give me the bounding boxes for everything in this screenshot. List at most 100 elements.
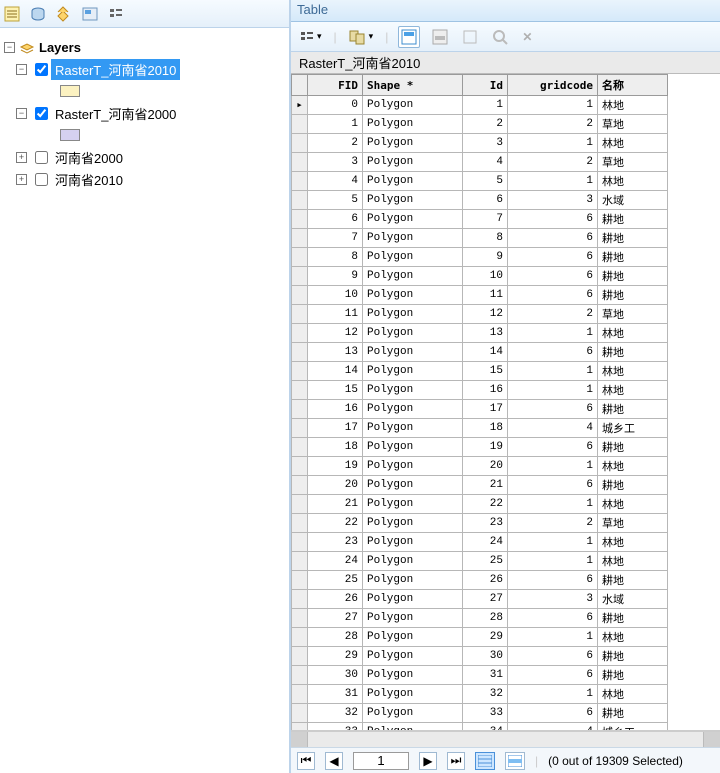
collapse-icon[interactable]: − [16,108,27,119]
list-by-source-icon[interactable] [30,6,46,22]
row-selector[interactable] [292,571,308,590]
first-record-button[interactable]: ⏮ [297,752,315,770]
row-selector[interactable] [292,191,308,210]
tree-item-raster2010[interactable]: − RasterT_河南省2010 [4,58,285,80]
show-selected-records-button[interactable] [505,752,525,770]
row-selector[interactable] [292,552,308,571]
table-row[interactable]: 1Polygon22草地 [292,115,668,134]
row-selector[interactable] [292,400,308,419]
row-selector[interactable] [292,590,308,609]
row-selector[interactable] [292,723,308,732]
table-row[interactable]: 9Polygon106耕地 [292,267,668,286]
collapse-icon[interactable]: − [16,64,27,75]
table-row[interactable]: 12Polygon131林地 [292,324,668,343]
prev-record-button[interactable]: ◀ [325,752,343,770]
table-row[interactable]: 25Polygon266耕地 [292,571,668,590]
table-row[interactable]: 29Polygon306耕地 [292,647,668,666]
row-selector[interactable] [292,685,308,704]
table-row[interactable]: 14Polygon151林地 [292,362,668,381]
table-row[interactable]: 17Polygon184城乡工 [292,419,668,438]
row-selector[interactable] [292,286,308,305]
layer-visibility-checkbox[interactable] [35,63,48,76]
col-header-shape[interactable]: Shape * [363,75,463,96]
table-row[interactable]: 8Polygon96耕地 [292,248,668,267]
row-selector[interactable] [292,666,308,685]
related-tables-button[interactable]: ▾ [347,27,376,47]
row-selector[interactable] [292,514,308,533]
layer-visibility-checkbox[interactable] [35,151,48,164]
table-row[interactable]: 15Polygon161林地 [292,381,668,400]
expand-icon[interactable]: + [16,152,27,163]
row-selector[interactable] [292,248,308,267]
row-selector[interactable] [292,229,308,248]
row-selector[interactable] [292,153,308,172]
show-all-records-button[interactable] [475,752,495,770]
zoom-selected-button[interactable] [490,27,510,47]
table-row[interactable]: 7Polygon86耕地 [292,229,668,248]
row-selector[interactable] [292,134,308,153]
next-record-button[interactable]: ▶ [419,752,437,770]
attribute-grid[interactable]: FID Shape * Id gridcode 名称 ▸0Polygon11林地… [291,74,720,731]
table-row[interactable]: 31Polygon321林地 [292,685,668,704]
tree-item-henan2000[interactable]: + 河南省2000 [4,146,285,168]
delete-selected-button[interactable]: ✕ [520,28,534,46]
tree-item-raster2000[interactable]: − RasterT_河南省2000 [4,102,285,124]
row-selector[interactable] [292,533,308,552]
table-row[interactable]: ▸0Polygon11林地 [292,96,668,115]
table-row[interactable]: 33Polygon344城乡工 [292,723,668,732]
row-selector[interactable] [292,609,308,628]
row-selector[interactable] [292,419,308,438]
table-row[interactable]: 2Polygon31林地 [292,134,668,153]
table-tab[interactable]: RasterT_河南省2010 [291,52,720,74]
row-selector[interactable] [292,457,308,476]
options-icon[interactable] [108,6,124,22]
current-record-input[interactable] [353,752,409,770]
layer-visibility-checkbox[interactable] [35,173,48,186]
row-selector[interactable] [292,343,308,362]
row-selector[interactable] [292,381,308,400]
row-selector[interactable] [292,647,308,666]
table-row[interactable]: 13Polygon146耕地 [292,343,668,362]
table-row[interactable]: 10Polygon116耕地 [292,286,668,305]
table-row[interactable]: 22Polygon232草地 [292,514,668,533]
table-row[interactable]: 20Polygon216耕地 [292,476,668,495]
col-header-name[interactable]: 名称 [598,75,668,96]
table-row[interactable]: 21Polygon221林地 [292,495,668,514]
list-by-drawing-order-icon[interactable] [4,6,20,22]
row-selector[interactable] [292,362,308,381]
select-by-attributes-button[interactable] [398,26,420,48]
row-selector[interactable] [292,476,308,495]
row-selector[interactable] [292,628,308,647]
col-header-id[interactable]: Id [463,75,508,96]
row-selector[interactable] [292,438,308,457]
row-selector[interactable] [292,210,308,229]
table-row[interactable]: 5Polygon63水域 [292,191,668,210]
collapse-icon[interactable]: − [4,42,15,53]
list-by-visibility-icon[interactable] [56,6,72,22]
clear-selection-button[interactable] [460,27,480,47]
row-selector[interactable] [292,305,308,324]
table-row[interactable]: 26Polygon273水域 [292,590,668,609]
table-row[interactable]: 30Polygon316耕地 [292,666,668,685]
row-selector[interactable] [292,324,308,343]
row-selector[interactable] [292,172,308,191]
table-row[interactable]: 4Polygon51林地 [292,172,668,191]
col-header-gridcode[interactable]: gridcode [508,75,598,96]
row-selector[interactable] [292,267,308,286]
row-selector[interactable] [292,115,308,134]
tree-item-henan2010[interactable]: + 河南省2010 [4,168,285,190]
row-selector[interactable] [292,704,308,723]
table-row[interactable]: 16Polygon176耕地 [292,400,668,419]
row-selector[interactable]: ▸ [292,96,308,115]
table-row[interactable]: 32Polygon336耕地 [292,704,668,723]
horizontal-scrollbar[interactable] [291,731,720,747]
expand-icon[interactable]: + [16,174,27,185]
table-row[interactable]: 3Polygon42草地 [292,153,668,172]
table-row[interactable]: 19Polygon201林地 [292,457,668,476]
table-row[interactable]: 23Polygon241林地 [292,533,668,552]
tree-root[interactable]: − Layers [4,36,285,58]
last-record-button[interactable]: ⏭ [447,752,465,770]
col-header-fid[interactable]: FID [308,75,363,96]
table-row[interactable]: 6Polygon76耕地 [292,210,668,229]
table-row[interactable]: 28Polygon291林地 [292,628,668,647]
